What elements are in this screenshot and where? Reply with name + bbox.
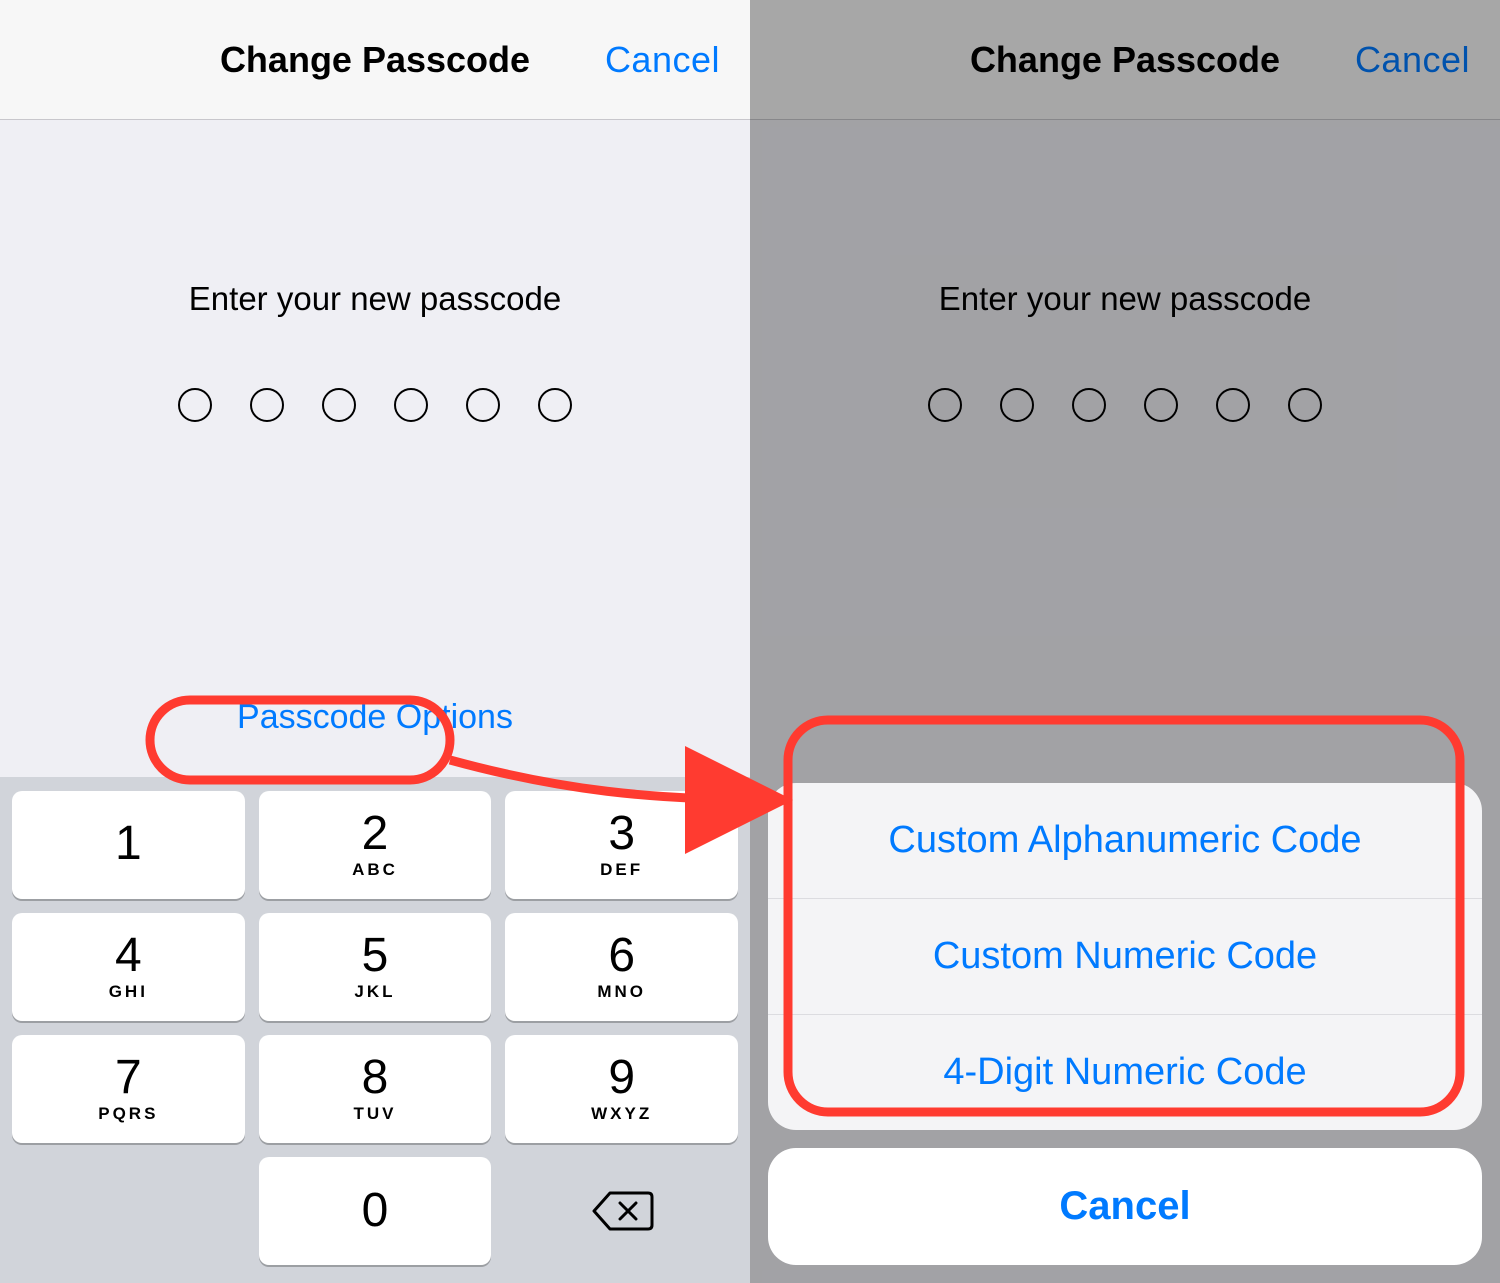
keypad-key-3[interactable]: 3 DEF — [505, 791, 738, 899]
key-letters: PQRS — [98, 1104, 158, 1124]
key-digit: 0 — [362, 1187, 389, 1235]
action-sheet: Custom Alphanumeric Code Custom Numeric … — [750, 765, 1500, 1283]
sheet-option-numeric[interactable]: Custom Numeric Code — [768, 899, 1482, 1015]
key-letters: WXYZ — [591, 1104, 652, 1124]
key-letters: TUV — [353, 1104, 396, 1124]
sheet-option-alphanumeric[interactable]: Custom Alphanumeric Code — [768, 783, 1482, 899]
left-screenshot: Change Passcode Cancel Enter your new pa… — [0, 0, 750, 1283]
key-digit: 7 — [115, 1054, 142, 1102]
key-letters: MNO — [597, 982, 646, 1002]
key-letters: ABC — [352, 860, 398, 880]
keypad-key-2[interactable]: 2 ABC — [259, 791, 492, 899]
passcode-dot — [466, 388, 500, 422]
passcode-dot — [928, 388, 962, 422]
keypad-backspace[interactable] — [505, 1157, 738, 1265]
navbar: Change Passcode Cancel — [750, 0, 1500, 120]
key-letters: GHI — [109, 982, 148, 1002]
key-digit: 6 — [608, 932, 635, 980]
page-title: Change Passcode — [220, 39, 530, 81]
action-sheet-panel: Custom Alphanumeric Code Custom Numeric … — [768, 783, 1482, 1130]
sheet-option-4digit[interactable]: 4-Digit Numeric Code — [768, 1015, 1482, 1130]
keypad-key-6[interactable]: 6 MNO — [505, 913, 738, 1021]
navbar: Change Passcode Cancel — [0, 0, 750, 120]
passcode-dot — [178, 388, 212, 422]
cancel-button[interactable]: Cancel — [1355, 39, 1470, 81]
key-letters: DEF — [600, 860, 643, 880]
keypad-key-5[interactable]: 5 JKL — [259, 913, 492, 1021]
passcode-dot — [1072, 388, 1106, 422]
key-digit: 4 — [115, 932, 142, 980]
passcode-prompt: Enter your new passcode — [189, 280, 561, 318]
keypad-key-7[interactable]: 7 PQRS — [12, 1035, 245, 1143]
sheet-cancel-button[interactable]: Cancel — [768, 1148, 1482, 1265]
passcode-prompt: Enter your new passcode — [939, 280, 1311, 318]
passcode-dot — [1216, 388, 1250, 422]
passcode-dot — [250, 388, 284, 422]
backspace-icon — [590, 1189, 654, 1233]
right-screenshot: Change Passcode Cancel Enter your new pa… — [750, 0, 1500, 1283]
passcode-dot — [538, 388, 572, 422]
key-digit: 2 — [362, 810, 389, 858]
keypad-blank — [12, 1157, 245, 1265]
passcode-dot — [1288, 388, 1322, 422]
passcode-dot — [1144, 388, 1178, 422]
passcode-dots — [928, 388, 1322, 422]
passcode-dot — [1000, 388, 1034, 422]
key-digit: 5 — [362, 932, 389, 980]
page-title: Change Passcode — [970, 39, 1280, 81]
passcode-dot — [322, 388, 356, 422]
passcode-dot — [394, 388, 428, 422]
key-digit: 1 — [115, 820, 142, 868]
cancel-button[interactable]: Cancel — [605, 39, 720, 81]
passcode-options-link[interactable]: Passcode Options — [209, 688, 541, 747]
keypad-key-1[interactable]: 1 — [12, 791, 245, 899]
key-letters: JKL — [354, 982, 395, 1002]
keypad-key-4[interactable]: 4 GHI — [12, 913, 245, 1021]
keypad-key-9[interactable]: 9 WXYZ — [505, 1035, 738, 1143]
keypad-key-8[interactable]: 8 TUV — [259, 1035, 492, 1143]
numeric-keypad: 1 2 ABC 3 DEF 4 GHI 5 JKL 6 MNO 7 PQRS 8 — [0, 777, 750, 1283]
keypad-key-0[interactable]: 0 — [259, 1157, 492, 1265]
key-digit: 8 — [362, 1054, 389, 1102]
passcode-dots — [178, 388, 572, 422]
key-digit: 9 — [608, 1054, 635, 1102]
passcode-body: Enter your new passcode Passcode Options — [0, 120, 750, 777]
key-digit: 3 — [608, 810, 635, 858]
